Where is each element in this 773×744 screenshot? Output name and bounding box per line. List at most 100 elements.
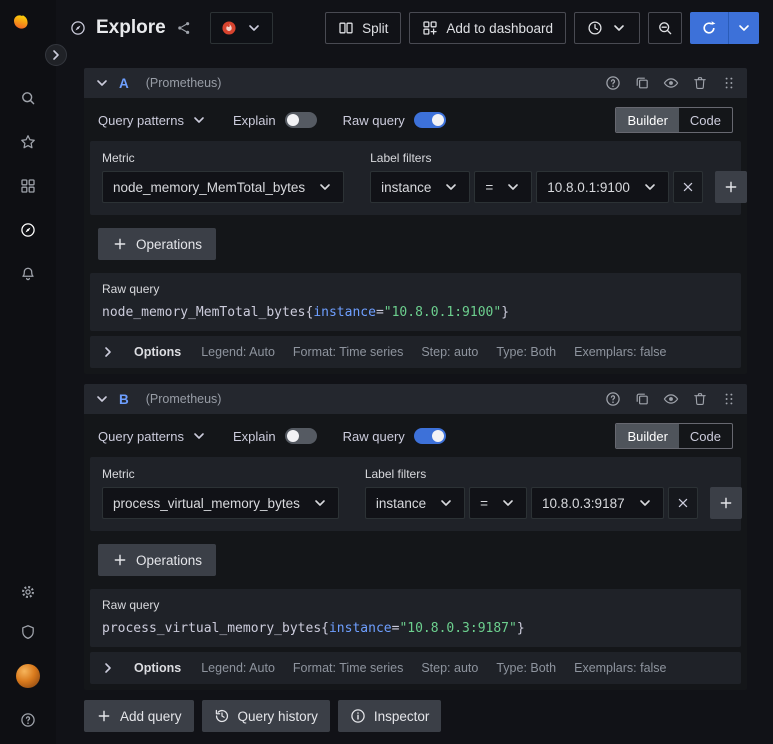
alerting-bell-icon[interactable] xyxy=(20,266,36,282)
datasource-picker[interactable] xyxy=(209,12,273,44)
refresh-interval-dropdown[interactable] xyxy=(728,12,759,44)
code-mode-button[interactable]: Code xyxy=(679,108,732,132)
query-editor-body: Query patterns Explain Raw query Builder… xyxy=(84,414,747,690)
user-avatar[interactable] xyxy=(16,664,40,688)
explain-switch[interactable] xyxy=(284,428,317,444)
collapse-chevron-icon[interactable] xyxy=(94,75,110,91)
remove-query-trash-icon[interactable] xyxy=(692,75,708,91)
code-close-brace: } xyxy=(516,621,525,636)
switch-knob xyxy=(431,430,444,442)
options-title: Options xyxy=(134,345,182,359)
options-type: Type: Both xyxy=(496,661,557,675)
toggle-visibility-eye-icon[interactable] xyxy=(663,75,679,91)
chevron-right-icon[interactable] xyxy=(100,660,116,676)
settings-gear-icon[interactable] xyxy=(20,584,36,600)
raw-query-toggle[interactable]: Raw query xyxy=(343,112,446,128)
add-query-label: Add query xyxy=(120,708,182,724)
plus-icon xyxy=(112,236,128,252)
prometheus-datasource-icon xyxy=(221,20,237,36)
query-patterns-dropdown[interactable]: Query patterns xyxy=(98,112,207,128)
options-format: Format: Time series xyxy=(292,661,404,675)
starred-icon[interactable] xyxy=(20,134,36,150)
chevron-down-icon xyxy=(642,179,658,195)
add-operations-button[interactable]: Operations xyxy=(98,228,217,260)
plus-icon xyxy=(96,708,112,724)
duplicate-query-icon[interactable] xyxy=(634,391,650,407)
filter-value: 10.8.0.1:9100 xyxy=(547,179,630,195)
filter-operator-select[interactable]: = xyxy=(469,487,528,519)
query-help-icon[interactable] xyxy=(605,391,621,407)
remove-filter-button[interactable] xyxy=(672,171,703,203)
query-patterns-dropdown[interactable]: Query patterns xyxy=(98,428,207,444)
query-row-header[interactable]: B (Prometheus) xyxy=(84,384,747,414)
raw-query-label: Raw query xyxy=(342,112,405,128)
query-patterns-label: Query patterns xyxy=(98,112,184,128)
explore-icon[interactable] xyxy=(20,222,36,238)
raw-query-preview: Raw query process_virtual_memory_bytes{i… xyxy=(90,589,741,647)
explain-toggle[interactable]: Explain xyxy=(233,428,317,444)
grafana-logo-icon[interactable] xyxy=(13,14,43,44)
sidebar-expand-button[interactable] xyxy=(45,44,67,66)
raw-query-title: Raw query xyxy=(102,282,160,296)
chevron-down-icon xyxy=(443,179,459,195)
metric-field: Metric process_virtual_memory_bytes xyxy=(102,467,339,519)
zoom-out-button[interactable] xyxy=(648,12,682,44)
apps-plus-icon xyxy=(422,20,438,36)
builder-mode-button[interactable]: Builder xyxy=(616,424,679,448)
main-area: Explore Split Add to dashboard A (Promet… xyxy=(56,0,773,744)
filter-label-select[interactable]: instance xyxy=(370,171,471,203)
filter-value-select[interactable]: 10.8.0.1:9100 xyxy=(536,171,669,203)
query-history-button[interactable]: Query history xyxy=(201,700,330,732)
add-filter-button[interactable] xyxy=(709,487,742,519)
explain-toggle[interactable]: Explain xyxy=(233,112,317,128)
code-metric: process_virtual_memory_bytes xyxy=(102,621,322,636)
top-header: Explore Split Add to dashboard xyxy=(56,0,773,56)
code-mode-button[interactable]: Code xyxy=(679,424,732,448)
metric-select[interactable]: process_virtual_memory_bytes xyxy=(102,487,339,519)
chevron-right-icon[interactable] xyxy=(100,344,116,360)
drag-handle-icon[interactable] xyxy=(721,75,737,91)
remove-filter-button[interactable] xyxy=(667,487,698,519)
filter-value-select[interactable]: 10.8.0.3:9187 xyxy=(531,487,664,519)
query-options-row[interactable]: Options Legend: Auto Format: Time series… xyxy=(90,336,741,368)
query-help-icon[interactable] xyxy=(605,75,621,91)
run-query-button[interactable] xyxy=(690,12,728,44)
collapse-chevron-icon[interactable] xyxy=(94,391,110,407)
add-filter-button[interactable] xyxy=(714,171,747,203)
search-icon[interactable] xyxy=(20,90,36,106)
metric-label: Metric xyxy=(102,151,135,165)
add-query-button[interactable]: Add query xyxy=(84,700,194,732)
add-to-dashboard-button[interactable]: Add to dashboard xyxy=(409,12,566,44)
add-operations-button[interactable]: Operations xyxy=(98,544,217,576)
inspector-button[interactable]: Inspector xyxy=(337,700,442,732)
filter-operator-select[interactable]: = xyxy=(474,171,533,203)
drag-handle-icon[interactable] xyxy=(721,391,737,407)
query-row-header[interactable]: A (Prometheus) xyxy=(84,68,747,98)
split-button[interactable]: Split xyxy=(325,12,402,44)
duplicate-query-icon[interactable] xyxy=(634,75,650,91)
query-datasource-label: (Prometheus) xyxy=(145,76,222,90)
raw-query-switch[interactable] xyxy=(413,428,446,444)
query-history-label: Query history xyxy=(237,708,318,724)
sidebar-nav-top xyxy=(20,90,36,282)
filter-label-value: instance xyxy=(375,495,427,511)
toggle-visibility-eye-icon[interactable] xyxy=(663,391,679,407)
admin-shield-icon[interactable] xyxy=(20,624,36,640)
time-picker-button[interactable] xyxy=(574,12,640,44)
raw-query-toggle[interactable]: Raw query xyxy=(343,428,446,444)
metric-value: node_memory_MemTotal_bytes xyxy=(113,179,306,195)
label-filters-field: Label filters instance = xyxy=(364,467,742,519)
sidebar xyxy=(0,0,67,744)
share-icon[interactable] xyxy=(176,20,192,36)
dashboards-icon[interactable] xyxy=(20,178,36,194)
plus-icon xyxy=(723,179,739,195)
help-icon[interactable] xyxy=(20,712,36,728)
metric-select[interactable]: node_memory_MemTotal_bytes xyxy=(102,171,345,203)
explain-switch[interactable] xyxy=(284,112,317,128)
filter-label-select[interactable]: instance xyxy=(364,487,466,519)
raw-query-switch[interactable] xyxy=(413,112,446,128)
builder-mode-button[interactable]: Builder xyxy=(616,108,679,132)
remove-query-trash-icon[interactable] xyxy=(692,391,708,407)
filter-operator-value: = xyxy=(485,179,494,195)
query-options-row[interactable]: Options Legend: Auto Format: Time series… xyxy=(90,652,741,684)
